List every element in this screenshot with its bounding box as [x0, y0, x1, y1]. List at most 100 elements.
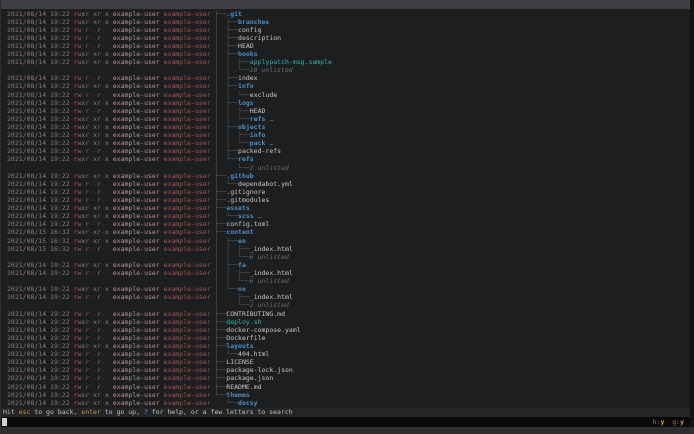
entry-name: layouts	[226, 341, 254, 350]
entry-owner: example-user	[112, 114, 160, 123]
tree-row[interactable]: 2021/08/14 19:22 rwxr-xr-x example-user …	[1, 123, 690, 131]
tree-row[interactable]: 2021/08/14 19:22 rwxr-xr-x example-user …	[1, 50, 690, 58]
tree-row[interactable]: 2021/08/14 19:22 rwxr-xr-x example-user …	[1, 399, 690, 407]
tree-branch-lines: ├──	[214, 333, 227, 342]
entry-date: 2021/08/15 16:32	[7, 236, 70, 245]
entry-name: refs	[249, 114, 266, 123]
status-text: to go back,	[30, 408, 82, 416]
tree-row[interactable]: 2021/08/15 16:32 rwxr-xr-x example-user …	[1, 228, 690, 236]
entry-group: example-user	[163, 17, 211, 26]
search-input-line[interactable]: h:y g:y	[1, 417, 690, 427]
tree-row[interactable]: 2021/08/14 19:22 rw-r--r-- example-user …	[1, 383, 690, 391]
entry-date: 2021/08/14 19:22	[7, 82, 70, 91]
entry-permissions: rw-r--r--	[73, 244, 109, 253]
entry-name: 2 unlisted	[249, 301, 289, 310]
tree-row[interactable]: 2021/08/14 19:22 rw-r--r-- example-user …	[1, 34, 690, 42]
path-bar: /home/example-user/docsy-example	[1, 0, 690, 9]
tree-row[interactable]: 2021/08/14 19:22 rw-r--r-- example-user …	[1, 374, 690, 382]
entry-owner: example-user	[112, 317, 160, 326]
entry-name: dependabot.yml	[238, 179, 293, 188]
tree-row[interactable]: │ └──2 unlisted	[1, 301, 690, 309]
tree-row[interactable]: 2021/08/14 19:22 rw-r--r-- example-user …	[1, 350, 690, 358]
entry-permissions: rw-r--r--	[73, 41, 109, 50]
tree-row[interactable]: 2021/08/14 19:22 rw-r--r-- example-user …	[1, 26, 690, 34]
entry-owner: example-user	[112, 131, 160, 140]
entry-owner: example-user	[112, 341, 160, 350]
tree-branch-lines: ├──	[214, 228, 227, 237]
flag-label: g:	[672, 418, 681, 426]
entry-date: 2021/08/14 19:22	[7, 58, 70, 67]
tree-branch-lines: │ ├──	[214, 98, 239, 107]
tree-row[interactable]: 2021/08/14 19:22 rwxr-xr-x example-user …	[1, 82, 690, 90]
entry-group: example-user	[163, 358, 211, 367]
entry-group: example-user	[163, 333, 211, 342]
tree-row[interactable]: 2021/08/14 19:22 rw-r--r-- example-user …	[1, 326, 690, 334]
tree-row[interactable]: 2021/08/14 19:22 rw-r--r-- example-user …	[1, 310, 690, 318]
tree-row[interactable]: 2021/08/14 19:22 rwxr-xr-x example-user …	[1, 115, 690, 123]
tree-row[interactable]: 2021/08/14 19:22 rw-r--r-- example-user …	[1, 188, 690, 196]
tree-row[interactable]: 2021/08/14 19:22 rwxr-xr-x example-user …	[1, 342, 690, 350]
entry-name: _index.html	[249, 244, 293, 253]
entry-date: 2021/08/14 19:22	[7, 41, 70, 50]
entry-owner: example-user	[112, 358, 160, 367]
flag-value: y	[660, 418, 665, 426]
tree-row[interactable]: 2021/08/14 19:22 rw-r--r-- example-user …	[1, 269, 690, 277]
tree-branch-lines: │ │ ├──	[214, 269, 250, 277]
entry-permissions: rwxr-xr-x	[73, 236, 109, 245]
tree-row[interactable]: 2021/08/14 19:22 rwxr-xr-x example-user …	[1, 318, 690, 326]
status-text: for help, or a few letters to search	[147, 408, 293, 416]
tree-branch-lines: │ ├──	[214, 50, 239, 59]
tree-row[interactable]: 2021/08/14 19:22 rw-r--r-- example-user …	[1, 42, 690, 50]
entry-name: 6 unlisted	[249, 252, 289, 261]
tree-row[interactable]: 2021/08/14 19:22 rw-r--r-- example-user …	[1, 107, 690, 115]
tree-row[interactable]: 2021/08/14 19:22 rwxr-xr-x example-user …	[1, 261, 690, 269]
tree-row[interactable]: 2021/08/14 19:22 rw-r--r-- example-user …	[1, 334, 690, 342]
entry-group: example-user	[163, 204, 211, 213]
tree-row[interactable]: 2021/08/14 19:22 rwxr-xr-x example-user …	[1, 18, 690, 26]
entry-name: CONTRIBUTING.md	[226, 309, 285, 318]
entry-owner: example-user	[112, 260, 160, 269]
tree-branch-lines: │ ├──	[214, 25, 239, 34]
tree-row[interactable]: 2021/08/15 16:32 rw-r--r-- example-user …	[1, 245, 690, 253]
entry-permissions: rwxr-xr-x	[73, 171, 109, 180]
tree-row[interactable]: 2021/08/14 19:22 rw-r--r-- example-user …	[1, 91, 690, 99]
tree-row[interactable]: 2021/08/15 16:32 rwxr-xr-x example-user …	[1, 237, 690, 245]
tree-branch-lines: │ ├──	[214, 236, 239, 245]
entry-date: 2021/08/14 19:22	[7, 114, 70, 123]
entry-group: example-user	[163, 341, 211, 350]
entry-owner: example-user	[112, 171, 160, 180]
tree-row[interactable]: 2021/08/14 19:22 rwxr-xr-x example-user …	[1, 391, 690, 399]
tree-row[interactable]: │ │ └──6 unlisted	[1, 253, 690, 261]
entry-name: applypatch-msg.sample	[249, 58, 332, 67]
entry-permissions: rw-r--r--	[73, 325, 109, 334]
tree-row[interactable]: 2021/08/14 19:22 rwxr-xr-x example-user …	[1, 99, 690, 107]
entry-owner: example-user	[112, 204, 160, 213]
tree-branch-lines: │ └──	[214, 163, 250, 172]
tree-row[interactable]: 2021/08/14 19:22 rwxr-xr-x example-user …	[1, 172, 690, 180]
entry-permissions: rw-r--r--	[73, 187, 109, 196]
entry-group: example-user	[163, 33, 211, 42]
entry-group: example-user	[163, 123, 211, 132]
entry-owner: example-user	[112, 398, 160, 407]
entry-date: 2021/08/14 19:22	[7, 269, 70, 277]
entry-owner: example-user	[112, 50, 160, 59]
tree-branch-lines: │ └──	[214, 301, 250, 310]
entry-group: example-user	[163, 82, 211, 91]
entry-name: .github	[226, 171, 254, 180]
status-text: Hit	[3, 408, 19, 416]
tree-branch-lines: ├──	[214, 196, 227, 205]
tree-branch-lines: │ │ └──	[214, 252, 250, 261]
tree-row[interactable]: 2021/08/14 19:22 rwxr-xr-x example-user …	[1, 155, 690, 163]
tree-row[interactable]: 2021/08/14 19:22 rwxr-xr-x example-user …	[1, 10, 690, 18]
tree-branch-lines: ├──	[214, 171, 227, 180]
tree-row[interactable]: 2021/08/14 19:22 rw-r--r-- example-user …	[1, 196, 690, 204]
tree-row[interactable]: │ └──2 unlisted	[1, 164, 690, 172]
entry-group: example-user	[163, 106, 211, 115]
entry-owner: example-user	[112, 155, 160, 164]
tree-row[interactable]: 2021/08/14 19:22 rw-r--r-- example-user …	[1, 180, 690, 188]
entry-permissions: rw-r--r--	[73, 358, 109, 367]
tree-row[interactable]: │ │ └──6 unlisted	[1, 277, 690, 285]
entry-group: example-user	[163, 90, 211, 99]
entry-name: .git	[226, 9, 242, 18]
entry-permissions: rwxr-xr-x	[73, 17, 109, 26]
